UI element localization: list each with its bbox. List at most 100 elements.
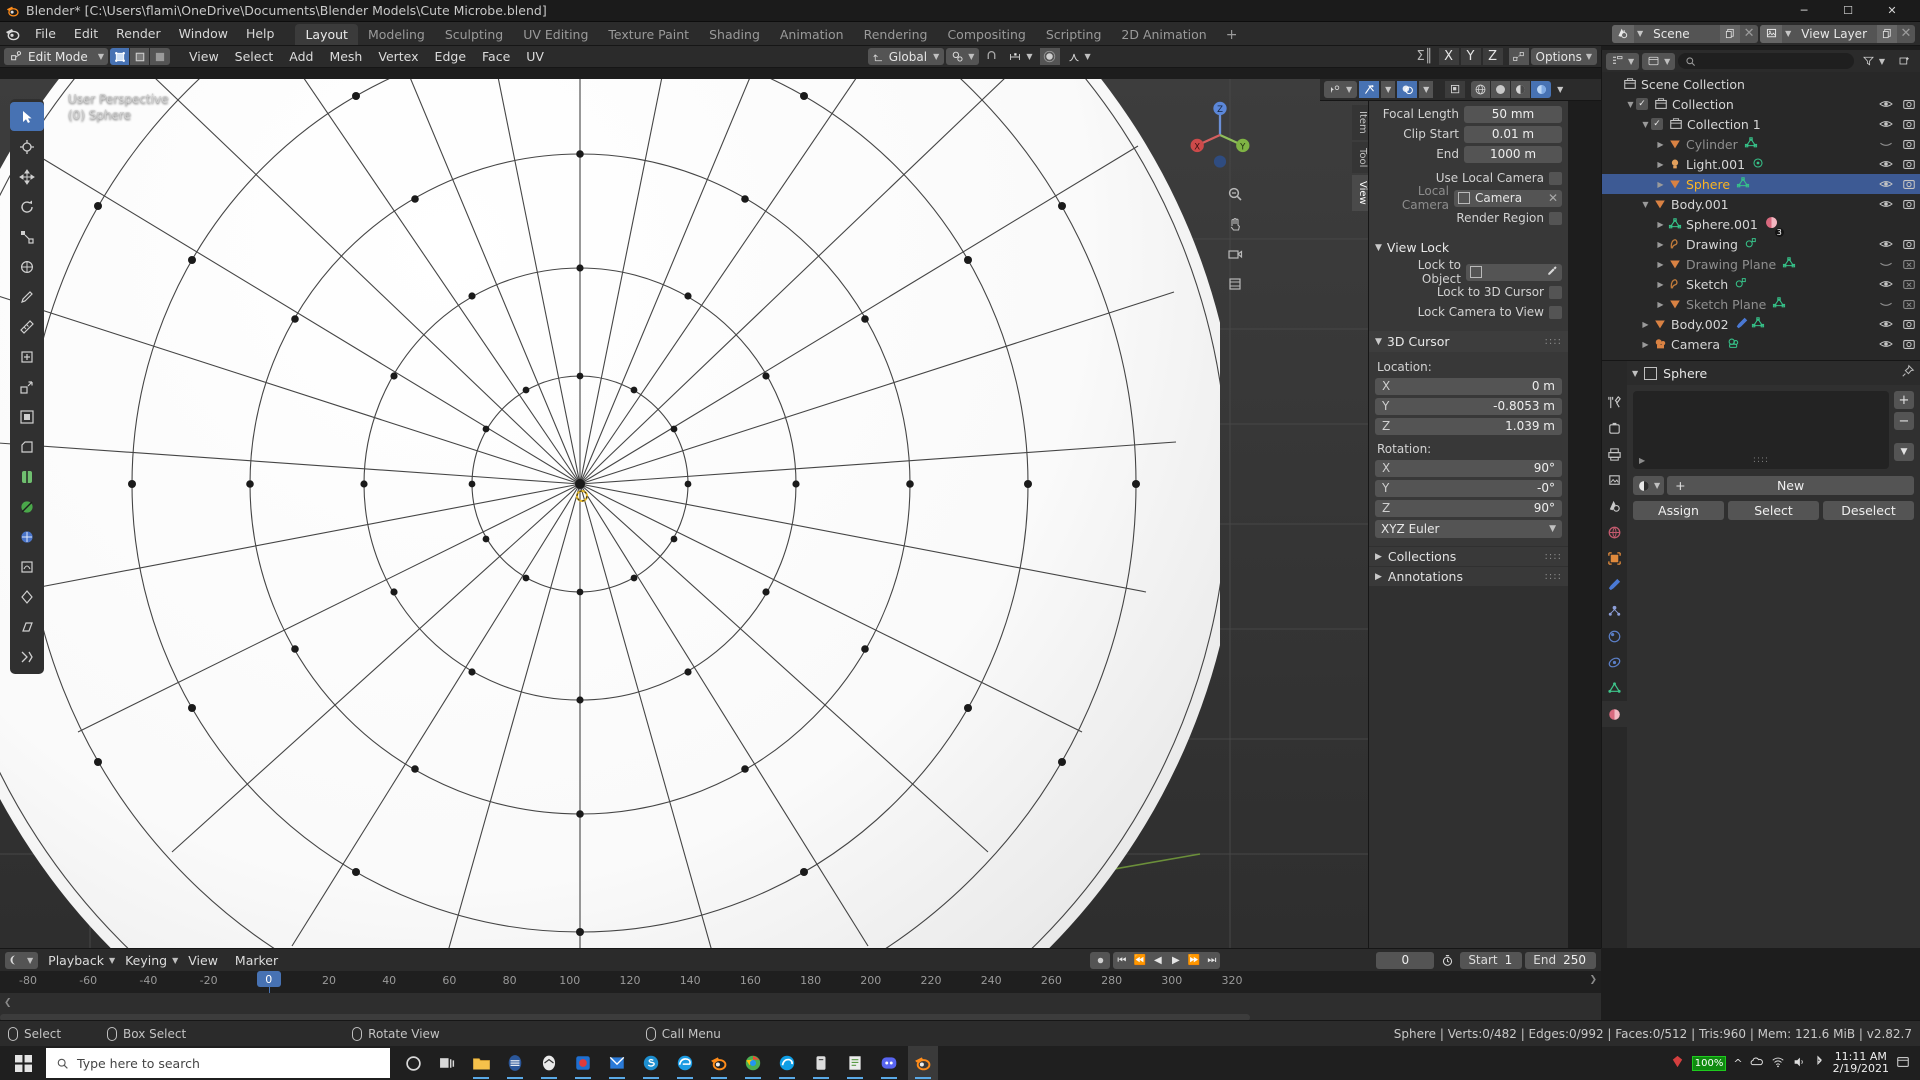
outliner-expand-triangle-icon[interactable]: ▶	[1655, 240, 1666, 249]
mesh-data-icon[interactable]	[1751, 316, 1765, 333]
blender-menu-logo-icon[interactable]	[0, 22, 26, 45]
tab-2d-animation[interactable]: 2D Animation	[1111, 24, 1216, 45]
outliner-expand-triangle-icon[interactable]: ▶	[1640, 340, 1651, 349]
rotate-tool-button[interactable]	[10, 192, 44, 221]
onedrive-icon[interactable]	[1750, 1055, 1764, 1072]
mesh-data-icon[interactable]	[1744, 136, 1758, 153]
cursor-collapse-triangle-icon[interactable]: ▼	[1375, 337, 1382, 347]
outliner-row-body-002[interactable]: ▶ Body.002	[1602, 314, 1920, 334]
timeline-playhead[interactable]: 0	[256, 971, 281, 987]
mirror-x-button[interactable]: X	[1438, 48, 1459, 65]
use-local-camera-checkbox[interactable]	[1549, 171, 1562, 185]
outliner-row-drawing[interactable]: ▶ Drawing	[1602, 234, 1920, 254]
outliner-expand-triangle-icon[interactable]: ▼	[1640, 200, 1651, 209]
outliner-exclude-checkbox[interactable]: ✓	[1636, 98, 1648, 110]
outliner-row-light-001[interactable]: ▶ Light.001	[1602, 154, 1920, 174]
viewport-menu-edge[interactable]: Edge	[428, 47, 473, 66]
outliner-row-label[interactable]: Collection 1	[1687, 117, 1761, 132]
tab-layout[interactable]: Layout	[295, 24, 358, 45]
local-camera-field[interactable]: Camera ✕	[1454, 189, 1562, 207]
outliner-visibility-toggle-eye-icon[interactable]	[1878, 258, 1893, 270]
rip-region-tool-button[interactable]	[10, 642, 44, 671]
outliner-expand-triangle-icon[interactable]: ▶	[1655, 140, 1666, 149]
measure-tool-button[interactable]	[10, 312, 44, 341]
filter-chevron-icon[interactable]: ▼	[1879, 57, 1885, 66]
menu-window[interactable]: Window	[170, 22, 237, 46]
scale-tool-button[interactable]	[10, 222, 44, 251]
outliner-expand-triangle-icon[interactable]: ▶	[1610, 80, 1621, 89]
properties-tab-particles-icon[interactable]	[1602, 597, 1627, 623]
collections-panel-header[interactable]: ▶ Collections ::::	[1369, 546, 1568, 566]
mesh-data-icon[interactable]	[1772, 296, 1786, 313]
new-scene-button[interactable]	[1720, 24, 1741, 43]
cursor-rotation-x-field[interactable]: X 90°	[1375, 459, 1562, 477]
outliner-row-cylinder[interactable]: ▶ Cylinder	[1602, 134, 1920, 154]
collections-expand-triangle-icon[interactable]: ▶	[1375, 552, 1382, 562]
timeline-menu-marker[interactable]: Marker	[228, 951, 285, 970]
shading-chevron-icon[interactable]: ▼	[1553, 81, 1567, 98]
outliner-expand-triangle-icon[interactable]: ▶	[1655, 160, 1666, 169]
outliner-render-toggle-camera-icon[interactable]	[1901, 178, 1916, 191]
edge-chromium-icon[interactable]	[772, 1046, 802, 1080]
focal-length-field[interactable]: 50 mm	[1464, 105, 1562, 123]
tab-sculpting[interactable]: Sculpting	[435, 24, 513, 45]
browse-material-dropdown[interactable]: ▼	[1633, 476, 1665, 495]
recorder-icon[interactable]	[568, 1046, 598, 1080]
material-list-expand-triangle-icon[interactable]: ▶	[1639, 456, 1645, 465]
view-layer-dropdown-chevron-icon[interactable]: ▼	[1782, 29, 1794, 38]
menu-file[interactable]: File	[26, 22, 65, 46]
outliner-row-body-001[interactable]: ▼ Body.001	[1602, 194, 1920, 214]
outliner-row-label[interactable]: Camera	[1671, 337, 1720, 352]
edge-legacy-icon[interactable]	[670, 1046, 700, 1080]
outliner-visibility-toggle-eye-icon[interactable]	[1878, 138, 1893, 150]
remove-scene-button[interactable]: ✕	[1740, 25, 1758, 43]
bevel-tool-button[interactable]	[10, 432, 44, 461]
timeline-menu-view[interactable]: View	[181, 951, 225, 970]
pan-hand-icon[interactable]	[1224, 213, 1246, 235]
outliner-row-sphere-001[interactable]: ▶ Sphere.001 3	[1602, 214, 1920, 237]
annotate-tool-button[interactable]	[10, 282, 44, 311]
annotations-expand-triangle-icon[interactable]: ▶	[1375, 572, 1382, 582]
outliner-type-chevron-icon[interactable]: ▼	[1628, 57, 1634, 66]
outliner-visibility-toggle-eye-icon[interactable]	[1878, 118, 1893, 130]
assign-material-button[interactable]: Assign	[1633, 501, 1724, 520]
viewport-menu-face[interactable]: Face	[475, 47, 517, 66]
outliner-exclude-checkbox[interactable]: ✓	[1651, 118, 1663, 130]
sphere-mesh-object[interactable]	[0, 79, 1220, 948]
transform-orientation-selector[interactable]: Global ▼	[867, 48, 945, 65]
start-button[interactable]	[0, 1046, 46, 1080]
properties-tab-constraint-icon[interactable]	[1602, 649, 1627, 675]
material-slot-list[interactable]: ▶ ::::	[1633, 391, 1889, 469]
tab-uv-editing[interactable]: UV Editing	[513, 24, 598, 45]
show-gizmo-button[interactable]	[1445, 81, 1466, 98]
move-tool-button[interactable]	[10, 162, 44, 191]
camera-data-icon[interactable]	[1726, 336, 1741, 353]
skype-icon[interactable]	[636, 1046, 666, 1080]
outliner-expand-triangle-icon[interactable]: ▶	[1655, 180, 1666, 189]
material-icon[interactable]: 3	[1764, 215, 1784, 237]
outliner-filter-button[interactable]: ▼	[1857, 53, 1890, 70]
printer-app-icon[interactable]	[806, 1046, 836, 1080]
notes-app-icon[interactable]	[840, 1046, 870, 1080]
word-icon[interactable]	[500, 1046, 530, 1080]
outliner-row-label[interactable]: Scene Collection	[1641, 77, 1745, 92]
current-frame-field[interactable]: 0	[1376, 951, 1435, 969]
taskbar-clock[interactable]: 11:11 AM 2/19/2021	[1833, 1051, 1889, 1075]
outliner-render-toggle-camera-icon[interactable]	[1901, 278, 1916, 291]
bluetooth-icon[interactable]	[1813, 1055, 1826, 1071]
task-view-icon[interactable]	[432, 1046, 462, 1080]
poly-build-tool-button[interactable]	[10, 522, 44, 551]
orthographic-toggle-icon[interactable]	[1224, 273, 1246, 295]
outliner-new-collection-button[interactable]	[1893, 53, 1916, 70]
timeline-left-arrow-icon[interactable]: ❮	[4, 998, 12, 1008]
timeline-menu-playback[interactable]: Playback	[41, 951, 111, 970]
snap-magnet-button[interactable]	[981, 48, 1001, 65]
npanel-tab-tool[interactable]: Tool	[1352, 141, 1368, 174]
visibility-selector[interactable]: ▼	[1324, 81, 1358, 98]
cursor-rotation-z-field[interactable]: Z 90°	[1375, 499, 1562, 517]
taskbar-search-input[interactable]: Type here to search	[46, 1048, 390, 1078]
outliner-visibility-toggle-eye-icon[interactable]	[1878, 178, 1893, 190]
new-view-layer-button[interactable]	[1877, 24, 1897, 43]
outliner-expand-triangle-icon[interactable]: ▼	[1625, 100, 1636, 109]
outliner-row-label[interactable]: Drawing Plane	[1686, 257, 1776, 272]
